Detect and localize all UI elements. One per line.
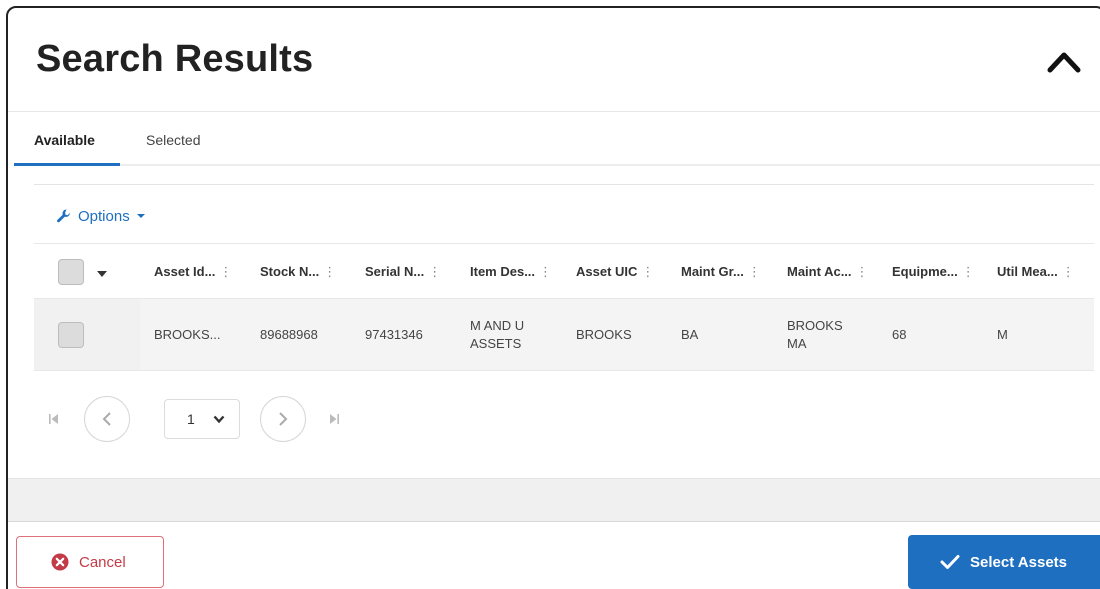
footer-divider-band bbox=[8, 478, 1100, 522]
cancel-label: Cancel bbox=[79, 553, 126, 571]
cell-asset-uic: BROOKS bbox=[576, 327, 632, 342]
chevron-up-icon bbox=[1047, 52, 1081, 73]
chevron-down-icon bbox=[213, 415, 225, 424]
column-header-item-description[interactable]: Item Des... ⋮ bbox=[470, 264, 552, 280]
cell-item-description: M AND U ASSETS bbox=[470, 318, 525, 351]
x-circle-icon bbox=[51, 553, 69, 571]
cell-equipment: 68 bbox=[892, 327, 907, 342]
select-column-header bbox=[34, 244, 140, 298]
options-label: Options bbox=[78, 207, 130, 225]
first-page-button[interactable] bbox=[48, 412, 60, 428]
row-checkbox[interactable] bbox=[58, 322, 84, 348]
column-header-asset-id[interactable]: Asset Id... ⋮ bbox=[154, 264, 232, 280]
options-menu-button[interactable]: Options bbox=[56, 205, 146, 227]
page-select[interactable]: 1 bbox=[164, 399, 240, 439]
tab-available[interactable]: Available bbox=[14, 132, 120, 166]
wrench-icon bbox=[57, 209, 70, 223]
check-icon bbox=[940, 555, 960, 569]
table-header: Asset Id... ⋮ Stock N... ⋮ Serial N... ⋮ It… bbox=[34, 243, 1094, 299]
current-page-value: 1 bbox=[187, 411, 195, 427]
tab-selected[interactable]: Selected bbox=[126, 132, 226, 166]
select-assets-button[interactable]: Select Assets bbox=[908, 535, 1100, 589]
panel-header: Search Results bbox=[8, 8, 1100, 112]
column-header-maint-group[interactable]: Maint Gr... ⋮ bbox=[681, 264, 761, 280]
column-header-util-measure[interactable]: Util Mea... ⋮ bbox=[997, 264, 1075, 280]
select-all-checkbox[interactable] bbox=[58, 259, 84, 285]
last-page-button[interactable] bbox=[328, 412, 340, 428]
previous-page-button[interactable] bbox=[84, 396, 130, 442]
cell-serial-number: 97431346 bbox=[365, 327, 423, 342]
column-header-equipment[interactable]: Equipme... ⋮ bbox=[892, 264, 975, 280]
tab-bar: Available Selected bbox=[14, 112, 1100, 166]
chevron-right-icon bbox=[279, 412, 288, 426]
table-row[interactable]: BROOKS... 89688968 97431346 M AND U ASSE… bbox=[34, 299, 1094, 371]
column-header-maint-activity[interactable]: Maint Ac... ⋮ bbox=[787, 264, 869, 280]
select-column-cell bbox=[34, 299, 140, 370]
cell-stock-number: 89688968 bbox=[260, 327, 318, 342]
column-header-asset-uic[interactable]: Asset UIC ⋮ bbox=[576, 264, 654, 280]
search-results-panel: Search Results Available Selected Option… bbox=[6, 6, 1100, 589]
select-menu-caret[interactable] bbox=[96, 266, 108, 284]
collapse-button[interactable] bbox=[1044, 46, 1084, 76]
cell-asset-id: BROOKS... bbox=[154, 327, 221, 342]
cancel-button[interactable]: Cancel bbox=[16, 536, 164, 588]
results-grid: Options Asset Id... ⋮ Stock N... ⋮ Serial … bbox=[34, 184, 1094, 379]
cell-util-measure: M bbox=[997, 327, 1008, 342]
caret-down-icon bbox=[97, 271, 107, 277]
first-page-icon bbox=[49, 414, 58, 424]
select-assets-label: Select Assets bbox=[970, 553, 1068, 571]
cell-maint-group: BA bbox=[681, 327, 699, 342]
column-header-serial-number[interactable]: Serial N... ⋮ bbox=[365, 264, 441, 280]
last-page-icon bbox=[330, 414, 339, 424]
cell-maint-activity: BROOKS MA bbox=[787, 318, 843, 351]
next-page-button[interactable] bbox=[260, 396, 306, 442]
pagination: 1 bbox=[48, 394, 368, 444]
page-title: Search Results bbox=[36, 38, 314, 80]
caret-down-icon bbox=[136, 214, 145, 218]
column-header-stock-number[interactable]: Stock N... ⋮ bbox=[260, 264, 336, 280]
chevron-left-icon bbox=[102, 412, 111, 426]
